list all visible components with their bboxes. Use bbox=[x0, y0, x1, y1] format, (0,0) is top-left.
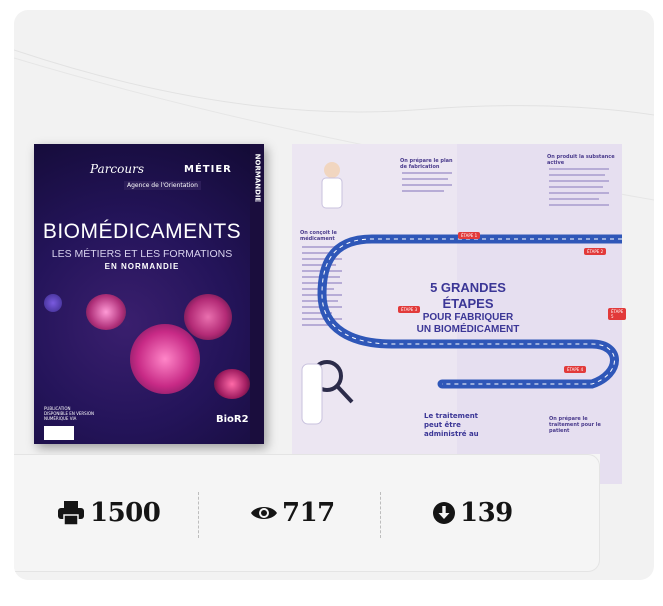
stats-divider bbox=[198, 492, 199, 538]
eye-icon bbox=[250, 503, 278, 523]
traitement-text: Le traitement peut être administré au bbox=[424, 412, 479, 438]
brochure-big-title: 5 GRANDES ÉTAPES POUR FABRIQUER UN BIOMÉ… bbox=[396, 280, 540, 336]
cover-publication-note: PUBLICATION DISPONIBLE EN VERSION NUMÉRI… bbox=[44, 406, 94, 421]
blood-cell bbox=[86, 294, 126, 330]
blood-cell bbox=[214, 369, 250, 399]
publication-card[interactable]: NORMANDIE Parcours MÉTIER Agence de l'Or… bbox=[14, 10, 654, 580]
brochure-cover-image[interactable]: NORMANDIE Parcours MÉTIER Agence de l'Or… bbox=[34, 144, 264, 444]
big-title-line: 5 GRANDES bbox=[430, 280, 506, 295]
prints-count: 1500 bbox=[90, 498, 161, 528]
step-badge: ÉTAPE 1 bbox=[458, 232, 481, 239]
prints-stat: 1500 bbox=[56, 498, 161, 528]
big-title-line: POUR FABRIQUER bbox=[422, 312, 514, 323]
download-circle-icon bbox=[432, 501, 456, 525]
stats-bar: 1500 717 139 bbox=[14, 454, 600, 572]
step-badge: ÉTAPE 2 bbox=[584, 248, 607, 255]
blood-cell bbox=[44, 294, 62, 312]
views-stat: 717 bbox=[250, 498, 335, 528]
cover-subtitle-region: EN NORMANDIE bbox=[104, 262, 180, 271]
cover-metier: MÉTIER bbox=[184, 164, 232, 175]
qr-code bbox=[44, 426, 74, 440]
printer-icon bbox=[56, 500, 86, 526]
cover-side-tag: NORMANDIE bbox=[253, 153, 262, 203]
blood-cell bbox=[184, 294, 232, 340]
cover-agence: Agence de l'Orientation bbox=[124, 181, 201, 190]
big-title-line: UN BIOMÉDICAMENT bbox=[416, 324, 520, 335]
big-title-line: ÉTAPES bbox=[442, 296, 494, 311]
step-badge: ÉTAPE 4 bbox=[564, 366, 587, 373]
step-badge: ÉTAPE 5 bbox=[608, 308, 627, 320]
views-count: 717 bbox=[282, 498, 335, 528]
downloads-count: 139 bbox=[460, 498, 513, 528]
downloads-stat: 139 bbox=[432, 498, 513, 528]
cover-title: BIOMÉDICAMENTS bbox=[42, 220, 242, 243]
cover-brand: Parcours bbox=[90, 162, 144, 176]
blood-cell bbox=[130, 324, 200, 394]
stats-divider bbox=[380, 492, 381, 538]
cover-partner-logo: BioR2 bbox=[216, 414, 249, 425]
cover-subtitle: LES MÉTIERS ET LES FORMATIONS bbox=[51, 248, 233, 260]
